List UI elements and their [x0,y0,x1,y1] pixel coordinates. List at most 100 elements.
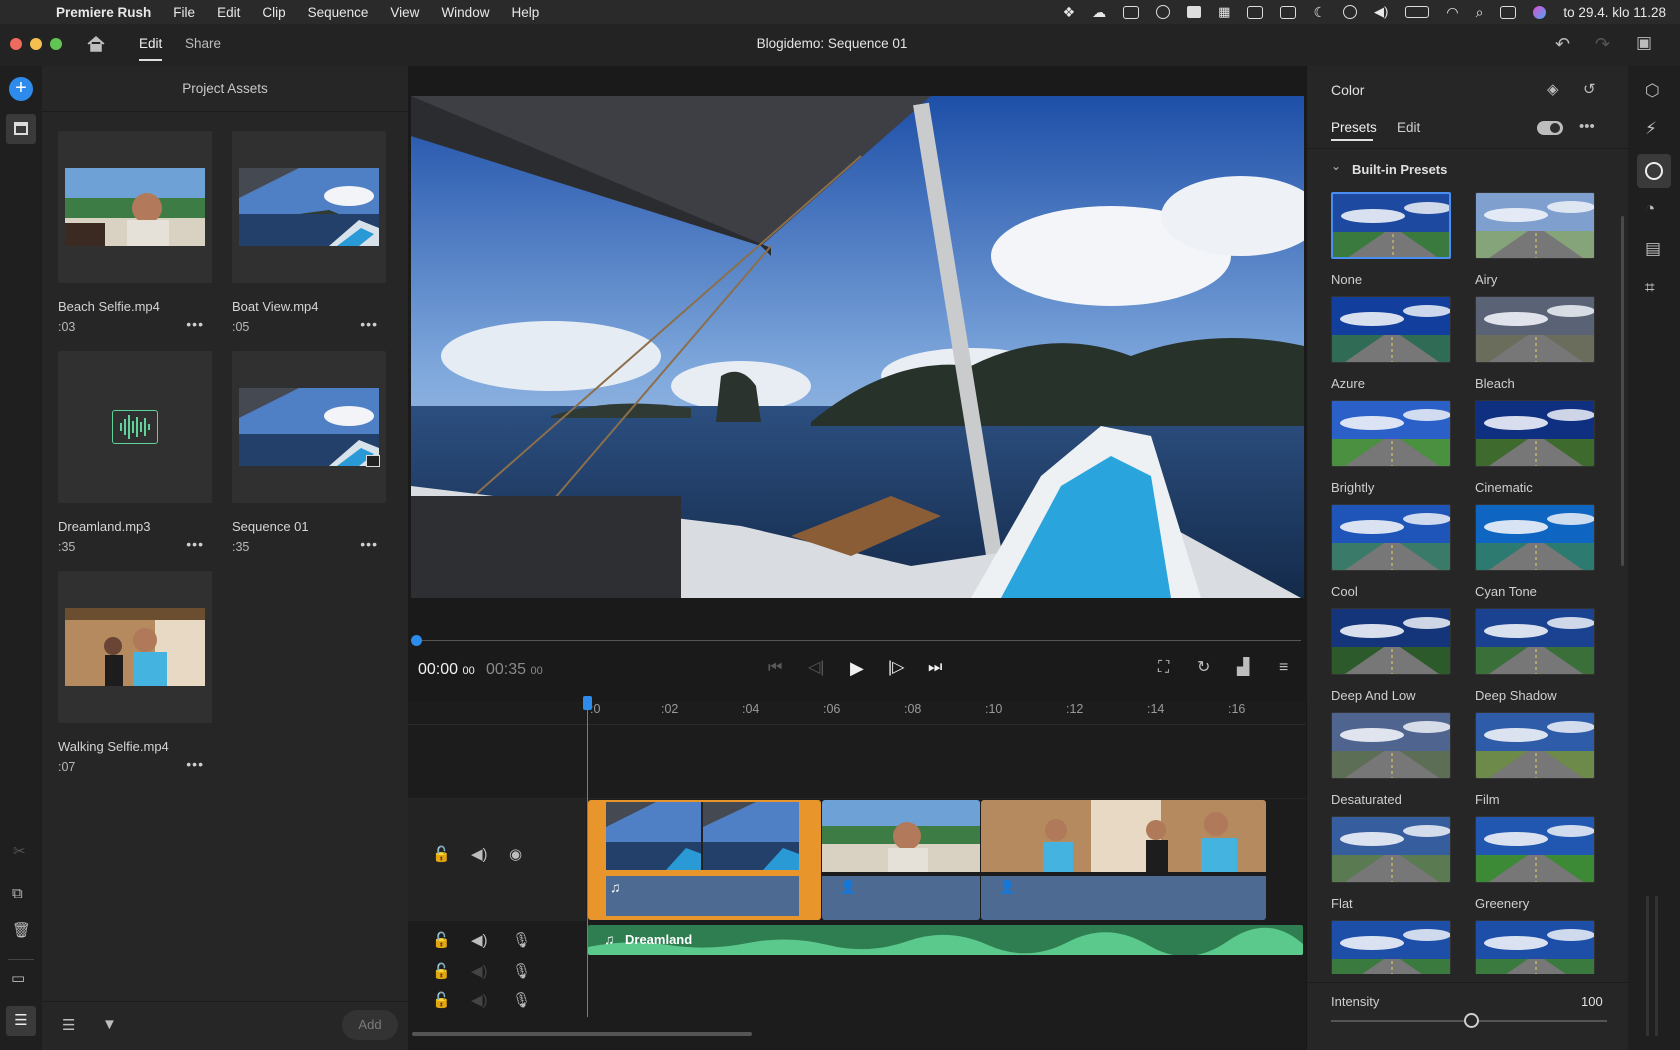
more-menu-icon[interactable]: ≡ [1279,660,1288,676]
preset-thumbnail[interactable] [1331,504,1451,571]
more-options-icon[interactable]: ••• [360,316,378,332]
preset-cyan-tone[interactable]: Cyan Tone [1475,504,1595,599]
preset-thumbnail[interactable] [1331,816,1451,883]
camera-icon[interactable] [1187,6,1202,18]
go-to-start-icon[interactable]: ⏮ [768,660,782,676]
preset-brightly[interactable]: Brightly [1331,400,1451,495]
play-icon[interactable]: ▶ [850,659,864,677]
scissors-icon[interactable]: ✂ [13,844,26,859]
control-center-icon[interactable] [1500,5,1517,19]
screen-icon[interactable] [1123,5,1140,19]
preset-thumbnail[interactable] [1331,712,1451,779]
preset-deep-and-low[interactable]: Deep And Low [1331,608,1451,703]
preset-thumbnail[interactable] [1475,816,1595,883]
menu-help[interactable]: Help [511,5,539,20]
menu-file[interactable]: File [173,5,195,20]
preview-scrubber-track[interactable] [416,640,1301,641]
step-back-icon[interactable]: ◁| [808,660,824,676]
more-options-icon[interactable]: ••• [186,756,204,772]
asset-thumbnail[interactable] [58,571,212,723]
track-height-icon[interactable]: ▭ [11,971,25,986]
spotlight-icon[interactable]: ⌕ [1476,4,1484,21]
vertical-scrollbar[interactable] [1621,216,1624,566]
preset-thumbnail[interactable] [1331,608,1451,675]
color-tool-button[interactable] [1637,154,1671,188]
feedback-icon[interactable]: ▣ [1636,34,1652,51]
preset-thumbnail[interactable] [1331,920,1451,974]
project-assets-icon[interactable] [6,114,36,144]
audio-icon[interactable]: ▤ [1645,240,1661,257]
volume-icon[interactable]: ◀) [471,964,488,979]
display-icon[interactable] [1280,5,1297,19]
tab-presets[interactable]: Presets [1331,120,1377,135]
media-icon[interactable]: ⬡ [1645,82,1660,99]
asset-item[interactable]: Boat View.mp4 :05 ••• [232,131,386,334]
reset-icon[interactable]: ↺ [1583,82,1596,97]
preset-thumbnail[interactable] [1475,920,1595,974]
dropbox-icon[interactable]: ❖ [1063,4,1076,21]
battery-icon[interactable] [1405,6,1430,18]
cloud-icon[interactable]: ☁ [1092,4,1106,21]
add-button[interactable]: Add [342,1010,398,1040]
built-in-presets-heading[interactable]: Built-in Presets [1352,162,1447,177]
more-options-icon[interactable]: ••• [186,316,204,332]
asset-item[interactable]: Dreamland.mp3 :35 ••• [58,351,212,554]
enable-toggle[interactable] [1537,121,1563,135]
asset-thumbnail[interactable] [58,131,212,283]
fit-view-icon[interactable]: ⛶ [1158,660,1169,676]
microphone-icon[interactable]: 🎙 [512,964,531,979]
duplicate-icon[interactable]: ⧉ [12,886,23,901]
preset-thumbnail[interactable] [1475,504,1595,571]
preview-scrubber-handle[interactable] [411,635,422,646]
preset-film[interactable]: Film [1475,712,1595,807]
microphone-icon[interactable]: 🎙 [512,933,531,948]
preset-desaturated[interactable]: Desaturated [1331,712,1451,807]
more-options-icon[interactable]: ••• [1579,119,1595,134]
more-options-icon[interactable]: ••• [360,536,378,552]
clock[interactable]: to 29.4. klo 11.28 [1563,5,1666,20]
preset-item[interactable] [1331,920,1451,974]
preset-greenery[interactable]: Greenery [1475,816,1595,911]
creative-cloud-icon[interactable] [1156,5,1171,19]
time-machine-icon[interactable] [1247,5,1264,19]
asset-item[interactable]: Beach Selfie.mp4 :03 ••• [58,131,212,334]
intensity-value[interactable]: 100 [1581,994,1603,1009]
preset-thumbnail[interactable] [1475,296,1595,363]
lock-icon[interactable]: 🔓 [432,993,451,1008]
menu-view[interactable]: View [390,5,419,20]
color-match-icon[interactable]: ◈ [1547,82,1559,97]
asset-thumbnail[interactable] [232,351,386,503]
crop-icon[interactable]: ⌗ [1645,279,1655,296]
add-media-button[interactable]: + [9,77,33,101]
rotate-icon[interactable]: ↻ [1197,660,1210,676]
preset-cinematic[interactable]: Cinematic [1475,400,1595,495]
preset-thumbnail[interactable] [1475,608,1595,675]
lock-icon[interactable]: 🔓 [432,933,451,948]
preset-airy[interactable]: Airy [1475,192,1595,287]
go-to-end-icon[interactable]: ⏭ [928,660,942,676]
volume-icon[interactable]: ◀) [471,933,488,948]
preset-deep-shadow[interactable]: Deep Shadow [1475,608,1595,703]
preset-thumbnail[interactable] [1475,400,1595,467]
volume-icon[interactable]: ◀) [1374,4,1388,20]
asset-thumbnail[interactable] [58,351,212,503]
trash-icon[interactable]: 🗑 [12,923,31,938]
audio-clip-dreamland[interactable]: ♫ Dreamland [588,925,1303,955]
tab-edit[interactable]: Edit [1397,120,1420,135]
playhead-line[interactable] [587,702,588,1017]
video-clip-beach[interactable]: 👤 [822,800,980,920]
chevron-down-icon[interactable]: ⌄ [1331,160,1341,172]
volume-icon[interactable]: ◀) [471,993,488,1008]
aspect-ratio-icon[interactable]: ▟ [1237,660,1249,676]
asset-thumbnail[interactable] [232,131,386,283]
video-clip-boat[interactable]: ♫ [588,800,821,920]
video-preview[interactable] [411,96,1304,598]
asset-item[interactable]: Walking Selfie.mp4 :07 ••• [58,571,212,774]
timeline-scrollbar[interactable] [412,1032,752,1036]
menu-edit[interactable]: Edit [217,5,240,20]
volume-icon[interactable]: ◀) [471,847,488,862]
more-options-icon[interactable]: ••• [186,536,204,552]
menu-window[interactable]: Window [441,5,489,20]
timeline-list-icon[interactable]: ☰ [6,1006,36,1036]
moon-icon[interactable]: ☾ [1313,4,1326,21]
